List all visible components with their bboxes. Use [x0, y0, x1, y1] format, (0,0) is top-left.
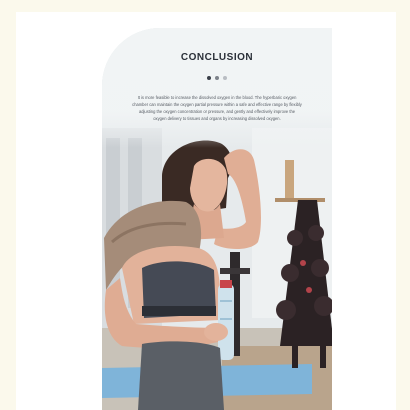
pagination-dot-2[interactable]: [215, 76, 219, 80]
pagination-dots: [102, 76, 332, 80]
conclusion-body-text: It is more feasible to increase the diss…: [132, 95, 302, 121]
pagination-dot-3[interactable]: [223, 76, 227, 80]
conclusion-card: CONCLUSION It is more feasible to increa…: [102, 28, 332, 410]
conclusion-text-panel: CONCLUSION It is more feasible to increa…: [102, 28, 332, 148]
slide-title: CONCLUSION: [180, 52, 254, 63]
pagination-dot-1[interactable]: [207, 76, 211, 80]
